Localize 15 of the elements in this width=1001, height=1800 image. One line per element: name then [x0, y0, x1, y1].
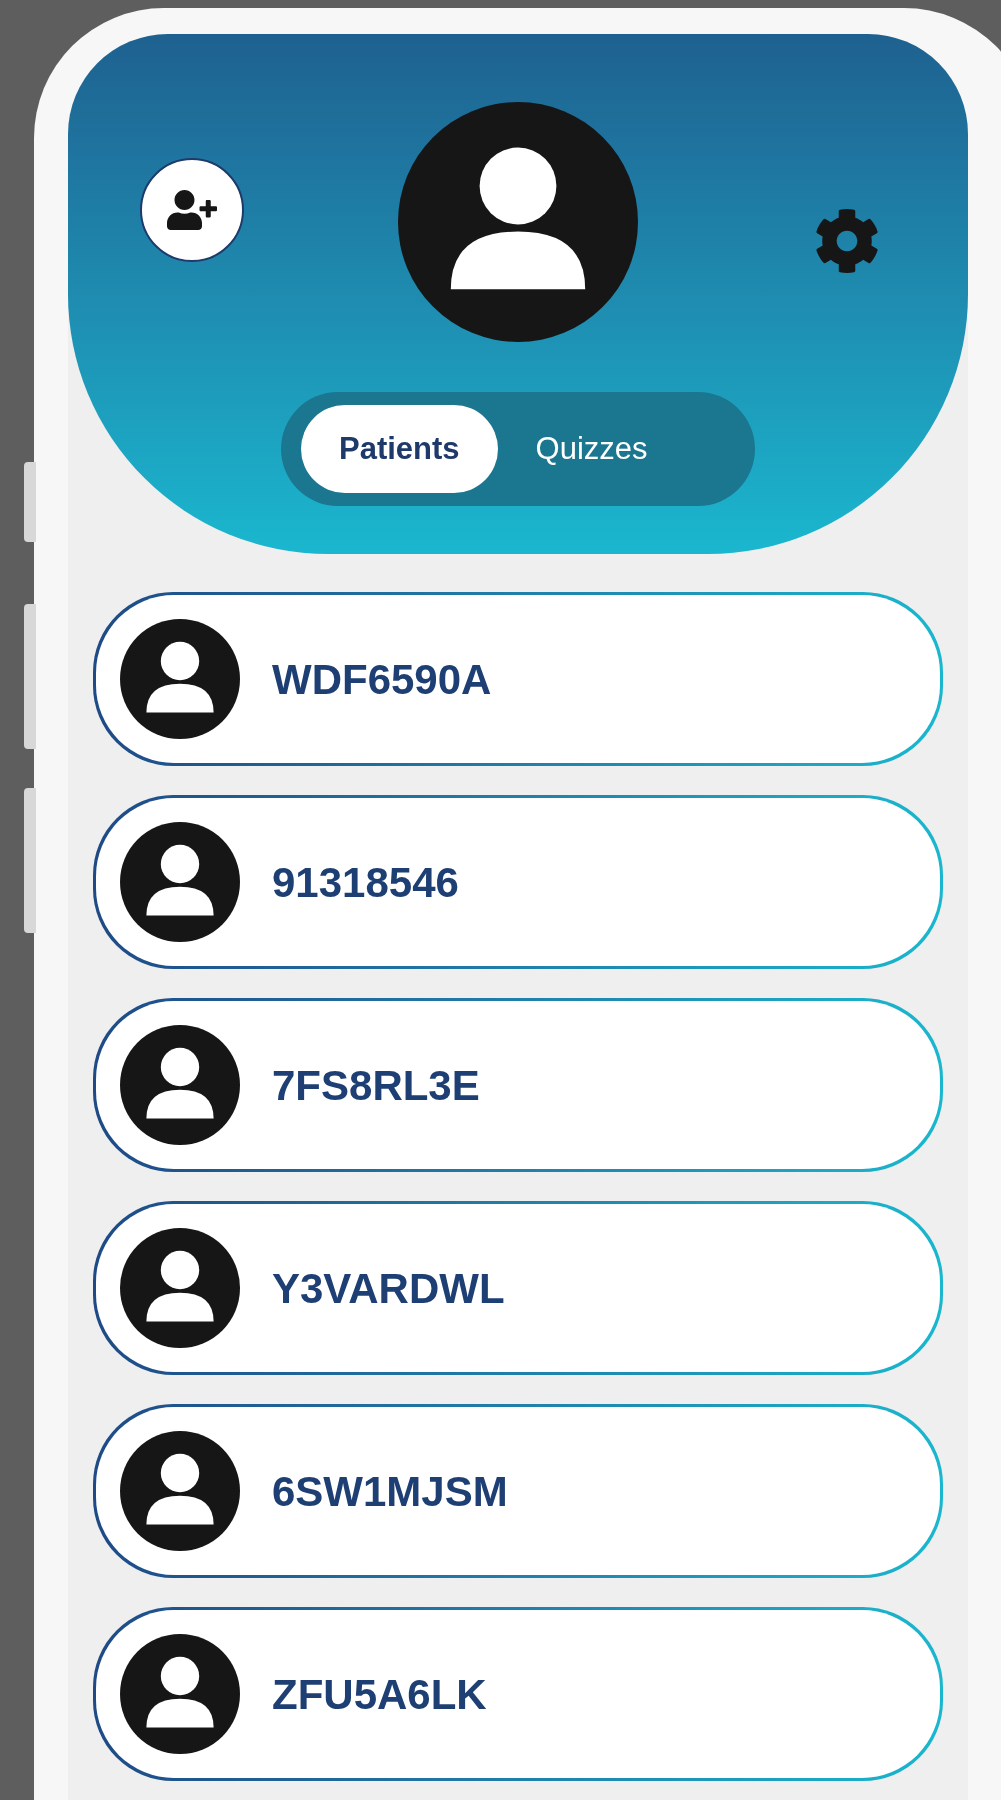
patient-id: Y3VARDWL	[272, 1263, 505, 1314]
patient-card[interactable]: 91318546	[93, 795, 943, 969]
patient-id: 7FS8RL3E	[272, 1060, 480, 1111]
patient-id: WDF6590A	[272, 654, 492, 705]
patient-id: ZFU5A6LK	[272, 1669, 487, 1720]
patient-card[interactable]: ZFU5A6LK	[93, 1607, 943, 1781]
patient-card[interactable]: 6SW1MJSM	[93, 1404, 943, 1578]
settings-icon	[814, 208, 880, 274]
patient-id: 6SW1MJSM	[272, 1466, 508, 1517]
patient-card[interactable]: Y3VARDWL	[93, 1201, 943, 1375]
tab[interactable]: Patients	[301, 405, 498, 493]
patient-card[interactable]: WDF6590A	[93, 592, 943, 766]
tab[interactable]: Quizzes	[497, 405, 686, 493]
patient-card[interactable]: 7FS8RL3E	[93, 998, 943, 1172]
patient-id: 91318546	[272, 857, 459, 908]
